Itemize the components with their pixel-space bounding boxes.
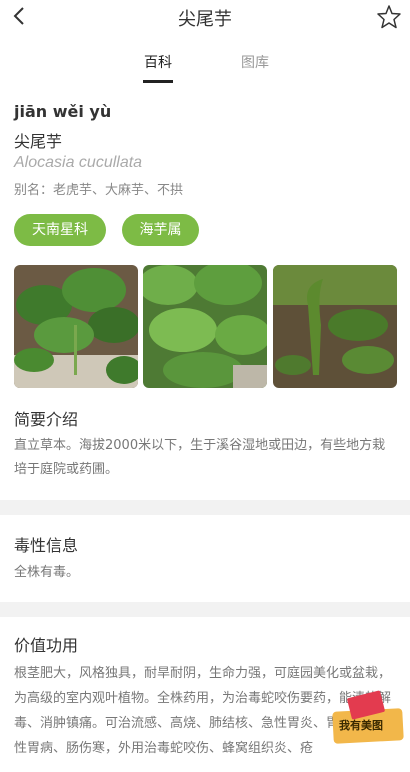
plant-photo-2[interactable] <box>143 265 267 388</box>
plant-name: 尖尾芋 <box>14 132 63 151</box>
value-section-title: 价值功用 <box>14 636 79 655</box>
genus-tag[interactable]: 海芋属 <box>122 214 199 246</box>
top-bar: 尖尾芋 百科 图库 <box>0 0 410 86</box>
plant-photo-3[interactable] <box>273 265 397 388</box>
page-title: 尖尾芋 <box>178 9 232 30</box>
family-tag[interactable]: 天南星科 <box>14 214 106 246</box>
plant-latin-name: Alocasia cucullata <box>14 154 143 171</box>
tab-gallery[interactable]: 图库 <box>241 52 269 72</box>
star-favorite-icon[interactable] <box>376 4 402 30</box>
share-photo-badge[interactable]: 我有美图 <box>331 690 405 746</box>
plant-photo-1[interactable] <box>14 265 138 388</box>
toxicity-section-body: 全株有毒。 <box>14 565 80 580</box>
active-tab-indicator <box>143 80 173 83</box>
plant-alias: 别名：老虎芋、大麻芋、不拱 <box>14 183 184 198</box>
badge-label: 我有美图 <box>339 719 383 732</box>
tab-bar: 百科 图库 <box>0 52 410 86</box>
plant-pinyin: jiān wěi yù <box>14 102 112 121</box>
plant-info-card: jiān wěi yù 尖尾芋 Alocasia cucullata 别名：老虎… <box>0 86 410 500</box>
tab-encyclopedia[interactable]: 百科 <box>144 52 172 72</box>
intro-section-title: 简要介绍 <box>14 410 79 429</box>
toxicity-card: 毒性信息 全株有毒。 <box>0 515 410 602</box>
toxicity-section-title: 毒性信息 <box>14 536 79 555</box>
intro-section-body: 直立草本。海拔2000米以下，生于溪谷湿地或田边，有些地方栽培于庭院或药圃。 <box>14 438 386 477</box>
